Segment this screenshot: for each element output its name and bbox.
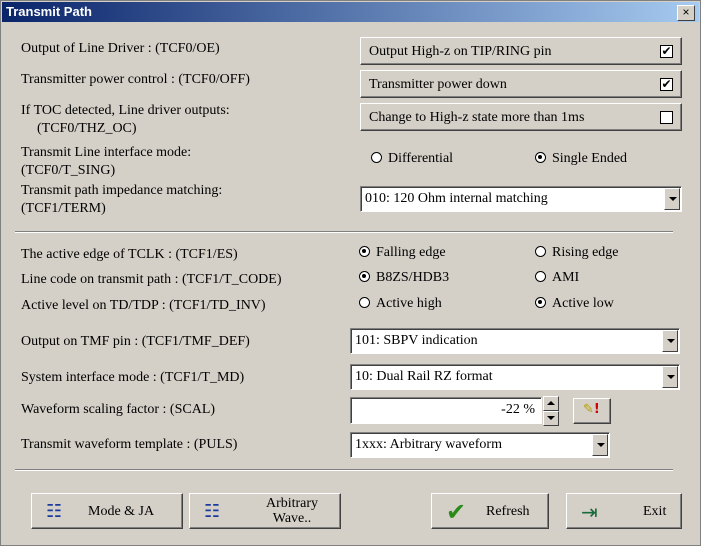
close-button[interactable]: × <box>677 5 695 21</box>
radio-differential-label: Differential <box>388 151 454 166</box>
template-dropdown-arrow-icon[interactable] <box>592 434 608 456</box>
arbitrary-wave-button[interactable]: ☷ Arbitrary Wave.. <box>189 493 341 529</box>
spin-up-icon[interactable] <box>543 396 559 411</box>
refresh-label: Refresh <box>486 504 530 519</box>
impedance-select[interactable]: 010: 120 Ohm internal matching <box>360 186 682 212</box>
scaling-input[interactable]: -22 % <box>350 397 542 424</box>
sys-mode-select-value: 10: Dual Rail RZ format <box>355 369 493 384</box>
radio-active-high-label: Active high <box>376 296 442 311</box>
tx-power-down-label: Transmitter power down <box>369 77 507 92</box>
section-divider-1 <box>15 231 673 233</box>
tmf-select-value: 101: SBPV indication <box>355 333 478 348</box>
tmf-select[interactable]: 101: SBPV indication <box>350 328 680 354</box>
active-level-label: Active level on TD/TDP : (TCF1/TD_INV) <box>21 298 266 313</box>
exit-label: Exit <box>643 504 667 519</box>
output-highz-checkbox[interactable]: ✔ <box>660 45 673 58</box>
radio-active-low[interactable]: Active low <box>535 296 614 312</box>
radio-active-high-dot <box>359 297 370 308</box>
impedance-label: Transmit path impedance matching: <box>21 183 223 198</box>
radio-falling-edge[interactable]: Falling edge <box>359 245 446 261</box>
network-icon: ☷ <box>204 501 221 522</box>
radio-rising-edge-label: Rising edge <box>552 245 619 260</box>
toc-label: If TOC detected, Line driver outputs: <box>21 103 230 118</box>
network-icon: ☷ <box>46 501 63 522</box>
window-title: Transmit Path <box>6 4 92 19</box>
output-tmf-label: Output on TMF pin : (TCF1/TMF_DEF) <box>21 334 250 349</box>
radio-b8zs[interactable]: B8ZS/HDB3 <box>359 270 449 286</box>
section-divider-2 <box>15 469 673 471</box>
toc-register-label: (TCF0/THZ_OC) <box>37 121 137 136</box>
sys-interface-label: System interface mode : (TCF1/T_MD) <box>21 370 245 385</box>
active-edge-label: The active edge of TCLK : (TCF1/ES) <box>21 247 238 262</box>
edit-warning-button[interactable]: ✎! <box>573 398 611 424</box>
impedance-select-value: 010: 120 Ohm internal matching <box>365 191 548 206</box>
radio-ami-dot <box>535 271 546 282</box>
output-highz-button[interactable]: Output High-z on TIP/RING pin ✔ <box>360 37 682 65</box>
exit-door-icon: ⇥ <box>581 500 598 524</box>
radio-b8zs-label: B8ZS/HDB3 <box>376 270 450 285</box>
checkmark-icon: ✔ <box>446 498 467 526</box>
radio-active-low-dot <box>535 297 546 308</box>
impedance-register-label: (TCF1/TERM) <box>21 201 106 216</box>
radio-active-low-label: Active low <box>552 296 614 311</box>
template-select-value: 1xxx: Arbitrary waveform <box>355 437 502 452</box>
sys-mode-dropdown-arrow-icon[interactable] <box>662 366 678 388</box>
output-highz-label: Output High-z on TIP/RING pin <box>369 44 552 59</box>
impedance-dropdown-arrow-icon[interactable] <box>664 188 680 210</box>
spin-down-icon[interactable] <box>543 411 559 426</box>
radio-falling-edge-label: Falling edge <box>376 245 446 260</box>
title-bar: Transmit Path × <box>2 2 699 22</box>
radio-rising-edge-dot <box>535 246 546 257</box>
change-highz-checkbox[interactable] <box>660 111 673 124</box>
refresh-button[interactable]: ✔ Refresh <box>431 493 549 529</box>
line-code-label: Line code on transmit path : (TCF1/T_COD… <box>21 272 282 287</box>
arbitrary-label-line1: Arbitrary <box>265 496 319 511</box>
tx-line-mode-register-label: (TCF0/T_SING) <box>21 163 116 178</box>
radio-ami[interactable]: AMI <box>535 270 579 286</box>
radio-b8zs-dot <box>359 271 370 282</box>
template-select[interactable]: 1xxx: Arbitrary waveform <box>350 432 610 458</box>
mode-ja-button[interactable]: ☷ Mode & JA <box>31 493 183 529</box>
scaling-spinner[interactable] <box>543 396 559 426</box>
radio-single-ended-label: Single Ended <box>552 151 628 166</box>
radio-differential-dot <box>371 152 382 163</box>
radio-active-high[interactable]: Active high <box>359 296 442 312</box>
radio-single-ended-dot <box>535 152 546 163</box>
arbitrary-label-line2: Wave.. <box>272 511 312 526</box>
exit-button[interactable]: ⇥ Exit <box>566 493 682 529</box>
output-line-driver-label: Output of Line Driver : (TCF0/OE) <box>21 41 220 56</box>
tx-power-control-label: Transmitter power control : (TCF0/OFF) <box>21 72 250 87</box>
change-highz-button[interactable]: Change to High-z state more than 1ms <box>360 103 682 131</box>
waveform-scaling-label: Waveform scaling factor : (SCAL) <box>21 402 216 417</box>
radio-ami-label: AMI <box>552 270 580 285</box>
edit-warning-icon: ✎! <box>583 402 600 417</box>
radio-differential[interactable]: Differential <box>371 151 453 167</box>
tx-power-down-checkbox[interactable]: ✔ <box>660 78 673 91</box>
waveform-template-label: Transmit waveform template : (PULS) <box>21 437 238 452</box>
sys-mode-select[interactable]: 10: Dual Rail RZ format <box>350 364 680 390</box>
radio-single-ended[interactable]: Single Ended <box>535 151 627 167</box>
tx-line-mode-label: Transmit Line interface mode: <box>21 145 192 160</box>
change-highz-label: Change to High-z state more than 1ms <box>369 110 585 125</box>
scaling-value: -22 % <box>501 402 535 417</box>
radio-rising-edge[interactable]: Rising edge <box>535 245 619 261</box>
transmit-path-window: Transmit Path × Output of Line Driver : … <box>0 0 701 546</box>
mode-ja-label: Mode & JA <box>88 504 155 519</box>
radio-falling-edge-dot <box>359 246 370 257</box>
tmf-dropdown-arrow-icon[interactable] <box>662 330 678 352</box>
tx-power-down-button[interactable]: Transmitter power down ✔ <box>360 70 682 98</box>
